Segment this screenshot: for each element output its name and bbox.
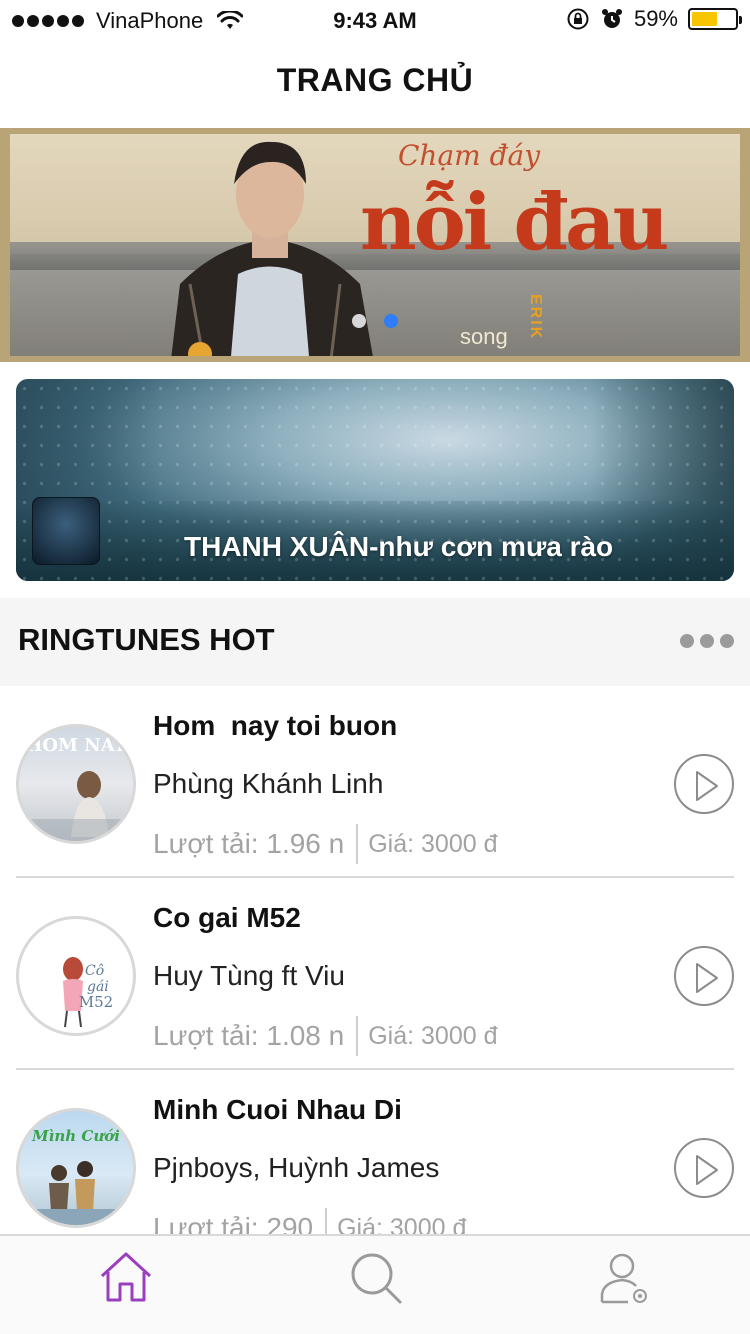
account-settings-icon [600,1253,647,1304]
tab-home[interactable] [98,1250,154,1306]
song-list: HOM NAY Hom nay toi buon Phùng Khánh Lin… [0,686,750,1234]
song-title: Minh Cuoi Nhau Di [153,1094,402,1125]
list-item[interactable]: HOM NAY Hom nay toi buon Phùng Khánh Lin… [0,686,750,878]
more-dots-icon[interactable] [680,634,734,648]
list-item[interactable]: Mình Cưới Minh Cuoi Nhau Di Pjnboys, Huỳ… [0,1070,750,1234]
song-cover: Mình Cưới [16,1108,136,1228]
song-meta: Lượt tải: 1.08 n Giá: 3000 đ [153,1016,497,1056]
download-count: Lượt tải: 1.96 n [153,828,345,859]
tab-bar [0,1234,750,1334]
status-bar: VinaPhone 9:43 AM 59% [0,0,750,40]
svg-text:Cô: Cô [85,963,104,979]
play-icon [696,1155,718,1185]
song-artist: Huy Tùng ft Viu [153,960,345,991]
carrier-name: VinaPhone [96,8,204,33]
home-icon [100,1252,152,1302]
song-cover: HOM NAY [16,724,136,844]
download-count: Lượt tải: 290 [153,1212,314,1234]
carousel-dot-1[interactable] [352,314,366,328]
wifi-icon [217,11,244,29]
status-left: VinaPhone [12,8,244,34]
meta-divider [356,1016,359,1056]
page-title: TRANG CHỦ [276,62,474,98]
battery-percent: 59% [633,6,678,31]
play-button[interactable] [674,946,734,1006]
signal-dots-icon [12,15,84,27]
play-icon [696,771,718,801]
tab-search[interactable] [348,1250,404,1306]
download-count: Lượt tải: 1.08 n [153,1020,345,1051]
search-icon [351,1253,402,1304]
list-item[interactable]: Cô gái M52 Co gai M52 Huy Tùng ft Viu Lư… [0,878,750,1070]
meta-divider [356,824,359,864]
play-button[interactable] [674,754,734,814]
tab-account[interactable] [598,1250,654,1306]
song-cover: Cô gái M52 [16,916,136,1036]
carousel-dot-2[interactable] [384,314,398,328]
status-right: 59% [566,6,742,32]
meta-divider [325,1208,328,1234]
cover-text: M52 [78,993,114,1011]
song-price: Giá: 3000 đ [368,829,498,858]
song-title: Co gai M52 [153,902,301,933]
featured-thumbnail [32,497,100,565]
hero-banner[interactable]: Chạm đáy nỗi đau song ERIK [0,128,750,362]
song-price: Giá: 3000 đ [368,1021,498,1050]
song-price: Giá: 3000 đ [337,1213,467,1235]
song-artist: Phùng Khánh Linh [153,768,384,799]
featured-title: THANH XUÂN-như cơn mưa rào [184,531,614,562]
rotation-lock-icon [567,8,589,30]
alarm-icon [601,9,622,28]
section-header: RINGTUNES HOT [0,598,750,686]
play-icon [696,963,718,993]
section-title: RINGTUNES HOT [18,622,275,657]
carousel-dots[interactable] [352,314,398,328]
song-title: Hom nay toi buon [153,710,398,741]
battery-level [692,12,717,26]
song-meta: Lượt tải: 1.96 n Giá: 3000 đ [153,824,497,864]
battery-icon [688,8,742,30]
featured-playlist-card[interactable]: THANH XUÂN-như cơn mưa rào [16,379,734,581]
song-meta: Lượt tải: 290 Giá: 3000 đ [153,1208,466,1234]
song-artist: Pjnboys, Huỳnh James [153,1152,440,1183]
play-button[interactable] [674,1138,734,1198]
